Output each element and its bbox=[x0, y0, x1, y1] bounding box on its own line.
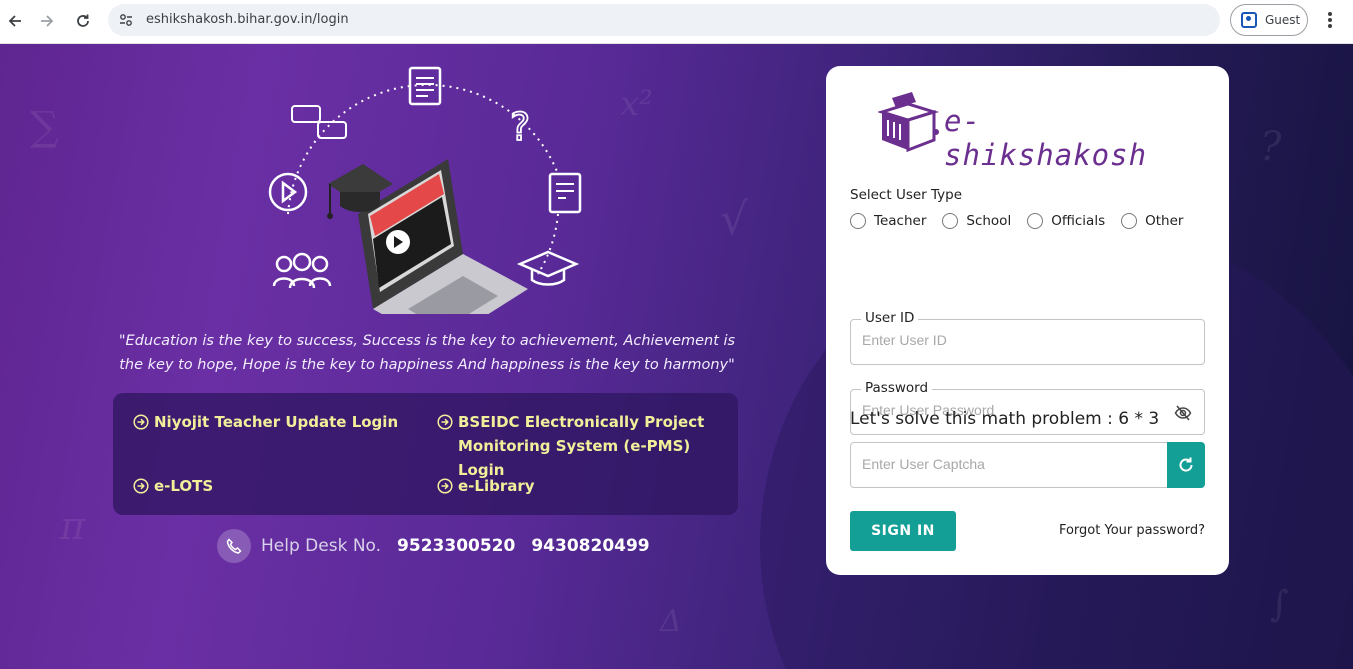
doodle-decoration: π bbox=[60, 504, 85, 548]
site-info-icon[interactable] bbox=[118, 12, 134, 28]
radio-label: Teacher bbox=[874, 213, 927, 229]
eshikshakosh-logo: e-shikshakosh bbox=[876, 90, 1178, 172]
user-id-label: User ID bbox=[861, 310, 919, 326]
radio-other[interactable]: Other bbox=[1121, 213, 1183, 229]
refresh-captcha-button[interactable] bbox=[1167, 442, 1205, 488]
address-bar[interactable]: eshikshakosh.bihar.gov.in/login bbox=[108, 4, 1220, 36]
profile-label: Guest bbox=[1265, 13, 1301, 27]
user-type-title: Select User Type bbox=[850, 187, 963, 203]
user-id-field: User ID bbox=[850, 310, 1205, 365]
radio-officials[interactable]: Officials bbox=[1027, 213, 1105, 229]
help-desk-label: Help Desk No. bbox=[261, 536, 382, 556]
radio-teacher[interactable]: Teacher bbox=[850, 213, 926, 229]
svg-text:?: ? bbox=[510, 105, 530, 149]
radio-school[interactable]: School bbox=[942, 213, 1011, 229]
radio-circle[interactable] bbox=[942, 213, 959, 229]
forward-icon[interactable] bbox=[34, 8, 60, 34]
radio-label: Officials bbox=[1051, 213, 1106, 229]
logo-text: e-shikshakosh bbox=[944, 104, 1148, 172]
login-page: ∑ x² √ π ? ∫ Δ ? "Education is the key t… bbox=[0, 44, 1353, 669]
math-problem: Let's solve this math problem : 6 * 3 bbox=[850, 409, 1160, 429]
radio-circle[interactable] bbox=[1121, 213, 1138, 229]
radio-circle[interactable] bbox=[850, 213, 866, 229]
link-label: e-LOTS bbox=[154, 477, 214, 495]
password-label: Password bbox=[861, 380, 933, 396]
user-type-radio-group: Teacher School Officials Other bbox=[850, 213, 1199, 229]
help-desk-number: 9523300520 bbox=[397, 536, 516, 556]
eye-off-icon[interactable] bbox=[1174, 404, 1192, 422]
doodle-decoration: Δ bbox=[660, 604, 682, 639]
arrow-circle-icon bbox=[133, 414, 149, 430]
radio-label: School bbox=[966, 213, 1012, 229]
arrow-circle-icon bbox=[437, 478, 453, 494]
elibrary-link[interactable]: e-Library bbox=[437, 474, 535, 498]
refresh-icon bbox=[1179, 457, 1193, 472]
browser-toolbar: eshikshakosh.bihar.gov.in/login Guest bbox=[0, 0, 1353, 44]
doodle-decoration: x² bbox=[620, 84, 653, 124]
book-logo-icon bbox=[876, 92, 940, 153]
doodle-decoration: ? bbox=[1260, 124, 1282, 170]
doodle-decoration: ∑ bbox=[30, 104, 59, 150]
user-id-input[interactable] bbox=[862, 332, 1162, 348]
bseidc-epms-link[interactable]: BSEIDC Electronically Project Monitoring… bbox=[437, 410, 727, 482]
radio-label: Other bbox=[1145, 213, 1184, 229]
url-text: eshikshakosh.bihar.gov.in/login bbox=[146, 12, 349, 27]
link-label: Niyojit Teacher Update Login bbox=[154, 413, 399, 431]
quick-links-panel: Niyojit Teacher Update Login BSEIDC Elec… bbox=[113, 393, 738, 515]
captcha-input[interactable] bbox=[862, 456, 1142, 472]
back-icon[interactable] bbox=[2, 8, 28, 34]
elearning-illustration: ? bbox=[268, 66, 582, 314]
profile-icon bbox=[1241, 12, 1257, 28]
phone-icon bbox=[217, 529, 251, 563]
reload-icon[interactable] bbox=[70, 8, 96, 34]
elots-link[interactable]: e-LOTS bbox=[133, 474, 213, 498]
radio-circle[interactable] bbox=[1027, 213, 1044, 229]
doodle-decoration: ∫ bbox=[1270, 584, 1289, 625]
link-label: BSEIDC Electronically Project Monitoring… bbox=[458, 413, 705, 479]
login-card: e-shikshakosh Select User Type Teacher S… bbox=[826, 66, 1229, 575]
arrow-circle-icon bbox=[133, 478, 149, 494]
profile-button[interactable]: Guest bbox=[1230, 4, 1308, 36]
help-desk-number: 9430820499 bbox=[531, 536, 650, 556]
help-desk: Help Desk No. 9523300520 9430820499 bbox=[217, 529, 666, 563]
education-quote: "Education is the key to success, Succes… bbox=[118, 333, 736, 373]
niyojit-teacher-link[interactable]: Niyojit Teacher Update Login bbox=[133, 410, 403, 434]
sign-in-button[interactable]: SIGN IN bbox=[850, 511, 956, 551]
menu-icon[interactable] bbox=[1322, 10, 1338, 30]
forgot-password-link[interactable]: Forgot Your password? bbox=[1059, 523, 1205, 538]
doodle-decoration: √ bbox=[720, 194, 749, 245]
link-label: e-Library bbox=[458, 477, 535, 495]
captcha-field bbox=[850, 442, 1168, 488]
arrow-circle-icon bbox=[437, 414, 453, 430]
